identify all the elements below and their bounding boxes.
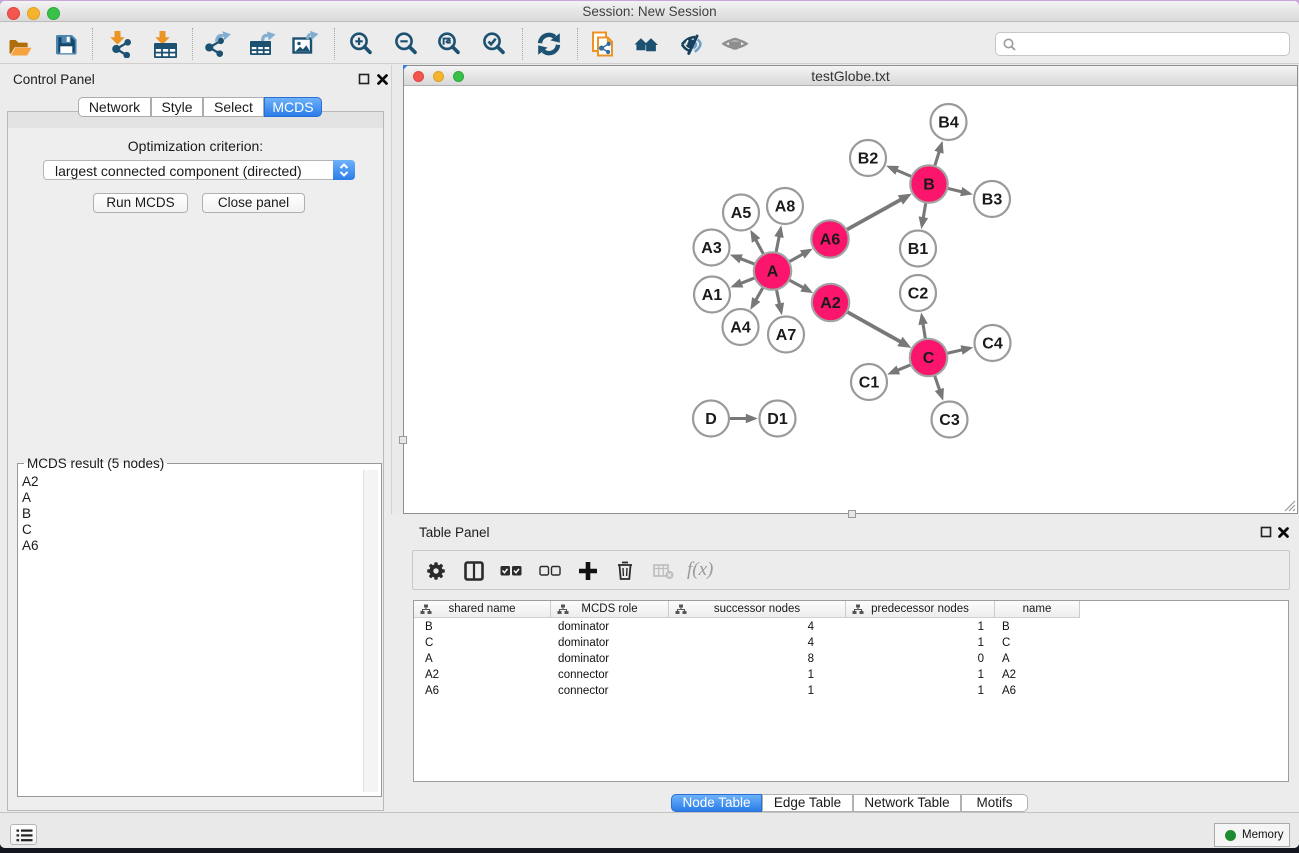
- svg-text:A5: A5: [731, 205, 752, 222]
- svg-text:A1: A1: [702, 287, 723, 304]
- svg-text:A4: A4: [730, 320, 751, 337]
- svg-text:C: C: [923, 350, 935, 367]
- svg-text:B2: B2: [858, 151, 879, 168]
- svg-text:A7: A7: [776, 327, 797, 344]
- svg-text:C1: C1: [859, 375, 880, 392]
- svg-text:A2: A2: [820, 295, 841, 312]
- svg-text:C3: C3: [939, 412, 960, 429]
- svg-text:C2: C2: [908, 286, 929, 303]
- svg-text:A3: A3: [701, 240, 722, 257]
- svg-text:A6: A6: [820, 232, 841, 249]
- svg-text:B4: B4: [938, 115, 959, 132]
- svg-text:D: D: [705, 411, 717, 428]
- svg-text:B3: B3: [982, 192, 1003, 209]
- svg-text:B1: B1: [908, 241, 929, 258]
- svg-text:A: A: [767, 264, 779, 281]
- svg-text:B: B: [923, 177, 935, 194]
- svg-text:C4: C4: [982, 336, 1003, 353]
- svg-text:A8: A8: [775, 199, 796, 216]
- svg-text:D1: D1: [767, 411, 788, 428]
